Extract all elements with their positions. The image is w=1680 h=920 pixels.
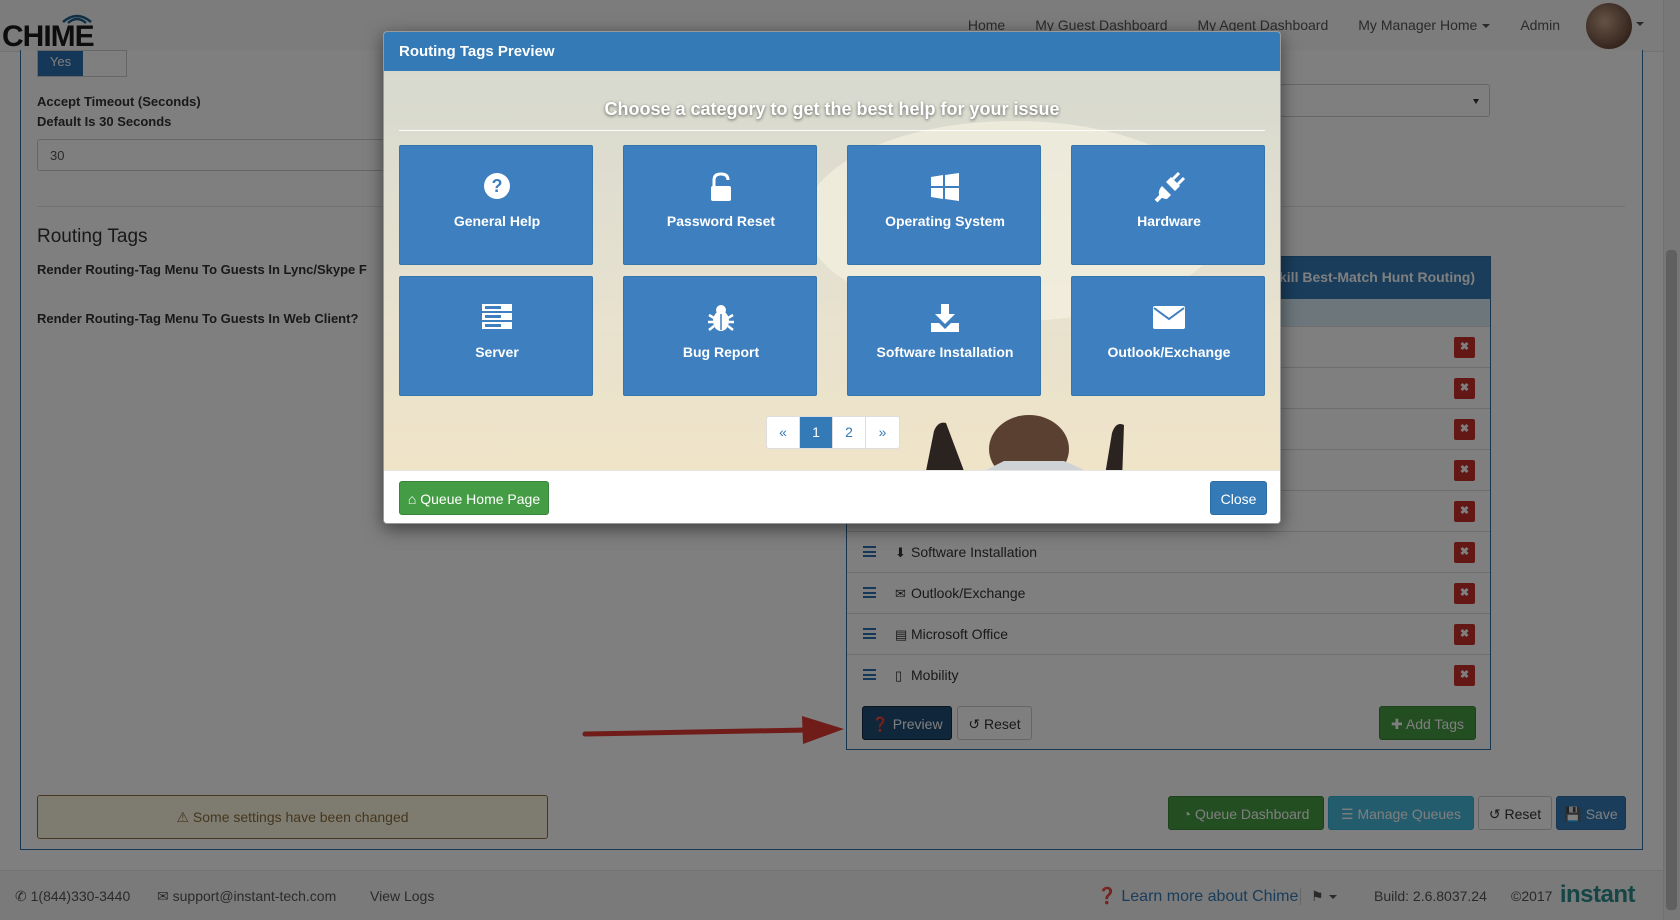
question-circle-icon: ? (400, 172, 594, 206)
svg-text:?: ? (492, 176, 503, 196)
tile-password-reset[interactable]: Password Reset (623, 145, 817, 265)
pagination-page-1[interactable]: 1 (800, 417, 833, 448)
tile-label: Hardware (1137, 213, 1201, 229)
tile-label: Password Reset (666, 213, 776, 229)
plug-icon (1072, 172, 1266, 206)
background-person-illustration (926, 415, 1124, 470)
tile-label: General Help (453, 213, 541, 229)
modal-divider (399, 130, 1265, 131)
tile-general-help[interactable]: ? General Help (399, 145, 593, 265)
tile-operating-system[interactable]: Operating System (847, 145, 1041, 265)
tile-hardware[interactable]: Hardware (1071, 145, 1265, 265)
pagination-prev[interactable]: « (767, 417, 800, 448)
tile-pagination: « 1 2 » (766, 416, 900, 449)
tile-server[interactable]: Server (399, 276, 593, 396)
tile-bug-report[interactable]: Bug Report (623, 276, 817, 396)
download-icon (848, 303, 1042, 337)
tile-software-installation[interactable]: Software Installation (847, 276, 1041, 396)
modal-tagline: Choose a category to get the best help f… (604, 99, 1060, 119)
modal-body: Choose a category to get the best help f… (384, 71, 1280, 470)
home-icon: ⌂ (407, 491, 417, 507)
tile-label: Operating System (885, 213, 1005, 229)
unlock-icon (624, 172, 818, 206)
tile-label: Outlook/Exchange (1107, 344, 1231, 360)
close-modal-button[interactable]: Close (1210, 481, 1267, 515)
envelope-icon (1072, 303, 1266, 337)
modal-footer: ⌂ Queue Home Page Close (384, 470, 1280, 523)
pagination-next[interactable]: » (866, 417, 899, 448)
queue-home-page-label: Queue Home Page (420, 491, 541, 507)
queue-home-page-button[interactable]: ⌂ Queue Home Page (399, 481, 549, 515)
routing-tags-preview-modal: Routing Tags Preview Choose a category t… (383, 31, 1281, 524)
tile-outlook-exchange[interactable]: Outlook/Exchange (1071, 276, 1265, 396)
modal-title: Routing Tags Preview (384, 32, 1280, 71)
server-icon (400, 303, 594, 337)
windows-icon (848, 172, 1042, 206)
tile-label: Software Installation (876, 344, 1014, 360)
tile-label: Bug Report (682, 344, 760, 360)
bug-icon (624, 303, 818, 337)
tile-label: Server (475, 344, 519, 360)
pagination-page-2[interactable]: 2 (833, 417, 866, 448)
